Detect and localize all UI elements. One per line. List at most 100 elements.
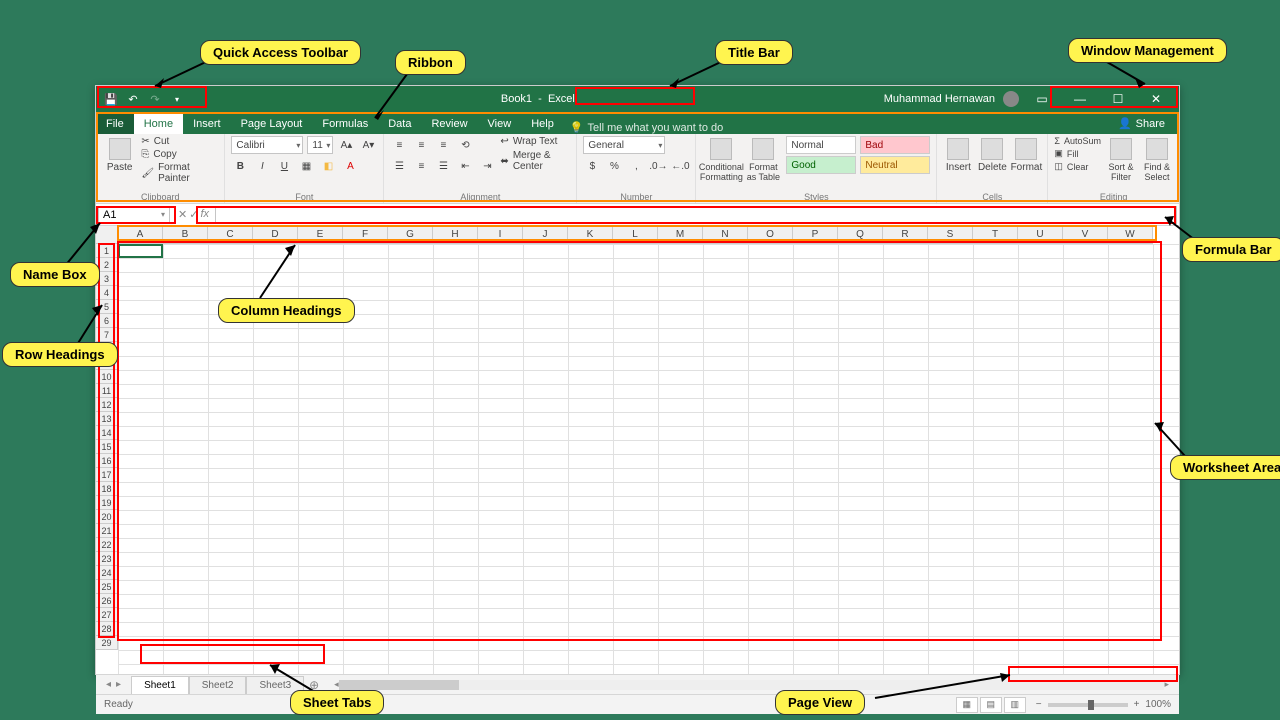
decrease-decimal-icon[interactable]: ←.0 [671,157,689,175]
tab-view[interactable]: View [478,114,522,134]
fill-color-icon[interactable]: ◧ [319,157,337,175]
avatar[interactable] [1003,91,1019,107]
share-button[interactable]: 👤Share [1104,113,1179,134]
normal-view-button[interactable]: ▦ [956,697,978,713]
column-head[interactable]: R [883,226,928,244]
row-head[interactable]: 29 [96,636,118,650]
redo-icon[interactable]: ↷ [148,92,162,106]
column-head[interactable]: S [928,226,973,244]
font-color-icon[interactable]: A [341,157,359,175]
customize-qat-icon[interactable]: ▾ [170,92,184,106]
increase-font-icon[interactable]: A▴ [337,136,355,154]
sheet-tab-2[interactable]: Sheet2 [189,676,247,694]
fx-icon[interactable]: fx [200,208,209,221]
font-name-dropdown[interactable]: Calibri [231,136,303,154]
row-head[interactable]: 15 [96,440,118,454]
tab-file[interactable]: File [96,114,134,134]
zoom-slider[interactable] [1048,703,1128,707]
select-all-button[interactable] [96,226,118,244]
paste-button[interactable]: Paste [102,136,137,191]
style-bad[interactable]: Bad [860,136,930,154]
row-head[interactable]: 6 [96,314,118,328]
align-top-icon[interactable]: ≡ [390,136,408,154]
row-head[interactable]: 16 [96,454,118,468]
tab-data[interactable]: Data [378,114,421,134]
column-head[interactable]: G [388,226,433,244]
enter-formula-icon[interactable]: ✓ [189,208,198,221]
align-right-icon[interactable]: ☰ [434,157,452,175]
increase-indent-icon[interactable]: ⇥ [478,157,496,175]
column-head[interactable]: M [658,226,703,244]
italic-button[interactable]: I [253,157,271,175]
decrease-indent-icon[interactable]: ⇤ [456,157,474,175]
row-head[interactable]: 26 [96,594,118,608]
autosum-button[interactable]: ΣAutoSum [1054,136,1101,146]
column-head[interactable]: D [253,226,298,244]
active-cell-a1[interactable] [118,244,163,258]
undo-icon[interactable]: ↶ [126,92,140,106]
row-headings[interactable]: 1234567891011121314151617181920212223242… [96,244,118,674]
align-bottom-icon[interactable]: ≡ [434,136,452,154]
column-head[interactable]: T [973,226,1018,244]
style-neutral[interactable]: Neutral [860,156,930,174]
font-size-dropdown[interactable]: 11 [307,136,333,154]
column-head[interactable]: P [793,226,838,244]
clear-button[interactable]: ◫Clear [1054,161,1101,172]
row-head[interactable]: 24 [96,566,118,580]
column-head[interactable]: H [433,226,478,244]
page-layout-view-button[interactable]: ▤ [980,697,1002,713]
align-middle-icon[interactable]: ≡ [412,136,430,154]
tab-formulas[interactable]: Formulas [312,114,378,134]
tab-page-layout[interactable]: Page Layout [231,114,313,134]
column-head[interactable]: J [523,226,568,244]
format-as-table-button[interactable]: Format as Table [744,136,782,191]
column-head[interactable]: C [208,226,253,244]
formula-bar-input[interactable] [215,206,1177,224]
row-head[interactable]: 13 [96,412,118,426]
tab-help[interactable]: Help [521,114,564,134]
find-select-button[interactable]: Find & Select [1141,136,1173,191]
tell-me[interactable]: 💡Tell me what you want to do [570,121,723,134]
cut-button[interactable]: ✂Cut [141,136,218,147]
delete-cells-button[interactable]: Delete [977,136,1007,191]
row-head[interactable]: 11 [96,384,118,398]
column-head[interactable]: V [1063,226,1108,244]
align-center-icon[interactable]: ≡ [412,157,430,175]
tab-insert[interactable]: Insert [183,114,231,134]
column-head[interactable]: E [298,226,343,244]
cancel-formula-icon[interactable]: ✕ [178,208,187,221]
align-left-icon[interactable]: ☰ [390,157,408,175]
wrap-text-button[interactable]: ↩Wrap Text [500,136,570,147]
column-head[interactable]: K [568,226,613,244]
column-head[interactable]: W [1108,226,1153,244]
decrease-font-icon[interactable]: A▾ [359,136,377,154]
style-normal[interactable]: Normal [786,136,856,154]
borders-icon[interactable]: ▦ [297,157,315,175]
column-head[interactable]: A [118,226,163,244]
sheet-tab-1[interactable]: Sheet1 [131,676,189,694]
merge-center-button[interactable]: ⬌Merge & Center [500,150,570,172]
sheet-nav-prev-icon[interactable]: ◂ [106,679,111,690]
column-head[interactable]: F [343,226,388,244]
conditional-formatting-button[interactable]: Conditional Formatting [702,136,740,191]
underline-button[interactable]: U [275,157,293,175]
row-head[interactable]: 18 [96,482,118,496]
row-head[interactable]: 28 [96,622,118,636]
sheet-nav-next-icon[interactable]: ▸ [116,679,121,690]
row-head[interactable]: 21 [96,524,118,538]
column-head[interactable]: U [1018,226,1063,244]
column-head[interactable]: L [613,226,658,244]
fill-button[interactable]: ▣Fill [1054,148,1101,159]
row-head[interactable]: 23 [96,552,118,566]
ribbon-display-icon[interactable]: ▭ [1027,86,1057,112]
row-head[interactable]: 4 [96,286,118,300]
row-head[interactable]: 20 [96,510,118,524]
increase-decimal-icon[interactable]: .0→ [649,157,667,175]
column-head[interactable]: N [703,226,748,244]
tab-home[interactable]: Home [134,114,183,134]
bold-button[interactable]: B [231,157,249,175]
maximize-icon[interactable]: ☐ [1103,86,1133,112]
close-icon[interactable]: ✕ [1141,86,1171,112]
row-head[interactable]: 14 [96,426,118,440]
horizontal-scrollbar[interactable]: ◂ ▸ [334,679,1169,691]
